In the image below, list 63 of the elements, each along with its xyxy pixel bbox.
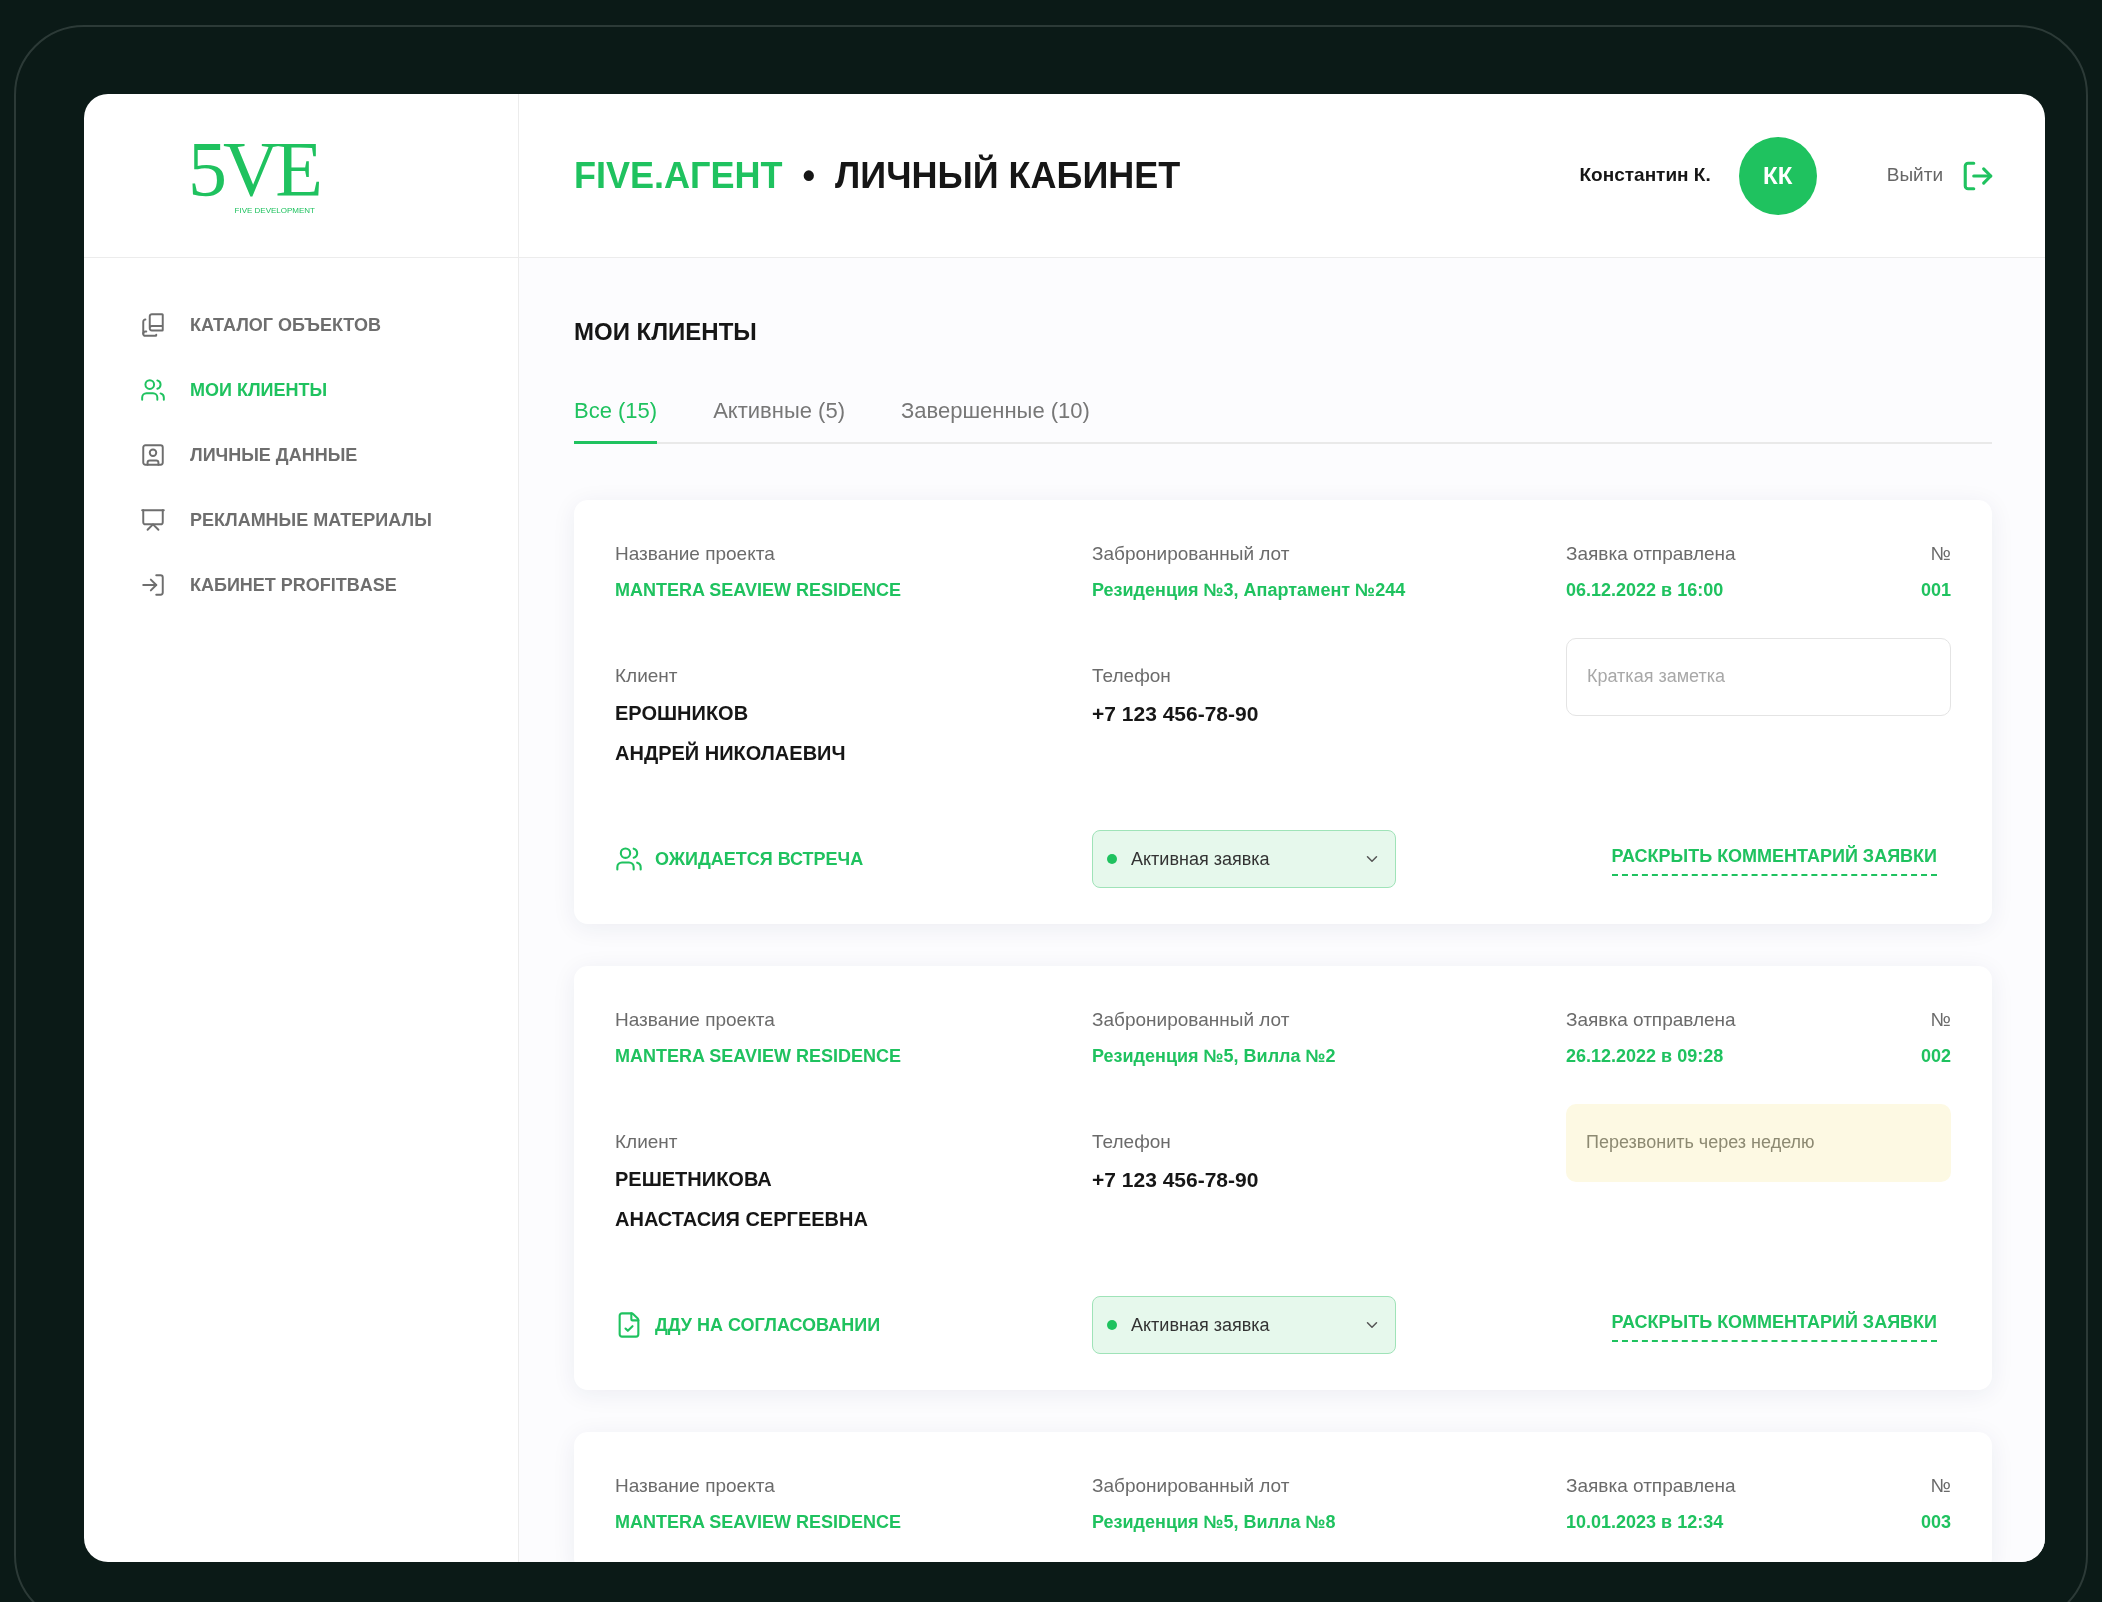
request-number: 001 — [1920, 578, 1951, 602]
field-label: Заявка отправлена — [1566, 1008, 1736, 1032]
request-number: 002 — [1920, 1044, 1951, 1068]
phone-number: +7 123 456-78-90 — [1092, 1167, 1260, 1193]
stage-label: ОЖИДАЕТСЯ ВСТРЕЧА — [655, 847, 864, 871]
presentation-board-icon — [140, 507, 166, 533]
section-title: МОИ КЛИЕНТЫ — [574, 317, 758, 347]
field-label: Заявка отправлена — [1566, 542, 1736, 566]
field-label: Забронированный лот — [1092, 1474, 1291, 1498]
field-label: Название проекта — [615, 1008, 776, 1032]
brand-title: FIVE.АГЕНТ — [574, 153, 783, 198]
catalog-icon — [140, 312, 166, 338]
project-name: MANTERA SEAVIEW RESIDENCE — [615, 1510, 903, 1534]
field-label: Забронированный лот — [1092, 542, 1291, 566]
project-name: MANTERA SEAVIEW RESIDENCE — [615, 578, 903, 602]
request-date: 26.12.2022 в 09:28 — [1566, 1044, 1725, 1068]
lot-name: Резиденция №5, Вилла №2 — [1092, 1044, 1337, 1068]
note-field[interactable]: Перезвонить через неделю — [1566, 1103, 1951, 1182]
phone-number: +7 123 456-78-90 — [1092, 701, 1260, 727]
user-name: Константин К. — [1579, 163, 1711, 188]
sign-in-icon — [140, 572, 166, 598]
logout-button[interactable]: Выйти — [1886, 161, 1943, 190]
user-card-icon — [140, 442, 166, 468]
field-label: Заявка отправлена — [1566, 1474, 1736, 1498]
field-label: Телефон — [1092, 1129, 1172, 1154]
stage-label: ДДУ НА СОГЛАСОВАНИИ — [655, 1313, 881, 1337]
sidebar-item[interactable]: КАБИНЕТ PROFITBASE — [140, 568, 518, 602]
field-label: Клиент — [615, 1129, 679, 1154]
expand-comment-link[interactable]: РАСКРЫТЬ КОММЕНТАРИЙ ЗАЯВКИ — [1611, 1308, 1937, 1342]
users-icon — [615, 845, 643, 873]
note-field[interactable]: Краткая заметка — [1566, 637, 1951, 716]
lot-name: Резиденция №5, Вилла №8 — [1092, 1510, 1337, 1534]
sidebar-item[interactable]: МОИ КЛИЕНТЫ — [140, 373, 518, 407]
project-name: MANTERA SEAVIEW RESIDENCE — [615, 1044, 903, 1068]
filter-tab[interactable]: Завершенные (10) — [900, 394, 1090, 444]
page-header-title: ЛИЧНЫЙ КАБИНЕТ — [835, 153, 1181, 198]
field-label: № — [1930, 1474, 1951, 1498]
sidebar-item[interactable]: ЛИЧНЫЕ ДАННЫЕ — [140, 438, 518, 472]
lot-name: Резиденция №3, Апартамент №244 — [1092, 578, 1407, 602]
client-name: АНДРЕЙ НИКОЛАЕВИЧ — [615, 740, 847, 766]
request-number: 003 — [1920, 1510, 1951, 1534]
field-label: Клиент — [615, 663, 679, 688]
avatar[interactable]: КК — [1738, 136, 1817, 215]
client-name: АНАСТАСИЯ СЕРГЕЕВНА — [615, 1207, 869, 1232]
users-icon — [140, 377, 166, 403]
field-label: № — [1930, 1008, 1951, 1032]
client-name: ЕРОШНИКОВ — [615, 701, 750, 726]
sidebar-item[interactable]: РЕКЛАМНЫЕ МАТЕРИАЛЫ — [140, 503, 518, 537]
request-date: 06.12.2022 в 16:00 — [1566, 578, 1725, 602]
filter-tab[interactable]: Активные (5) — [713, 394, 845, 444]
client-name: РЕШЕТНИКОВА — [615, 1167, 773, 1192]
request-date: 10.01.2023 в 12:34 — [1566, 1510, 1725, 1534]
status-dropdown[interactable]: Активная заявка — [1092, 830, 1396, 888]
field-label: Название проекта — [615, 1474, 776, 1498]
title-separator: • — [802, 153, 816, 198]
field-label: Телефон — [1092, 663, 1172, 688]
field-label: № — [1930, 542, 1951, 566]
filter-tab[interactable]: Все (15) — [574, 394, 658, 444]
sidebar-item[interactable]: КАТАЛОГ ОБЪЕКТОВ — [140, 308, 518, 342]
status-dropdown[interactable]: Активная заявка — [1092, 1296, 1396, 1354]
field-label: Забронированный лот — [1092, 1008, 1291, 1032]
field-label: Название проекта — [615, 542, 776, 566]
expand-comment-link[interactable]: РАСКРЫТЬ КОММЕНТАРИЙ ЗАЯВКИ — [1611, 842, 1937, 876]
